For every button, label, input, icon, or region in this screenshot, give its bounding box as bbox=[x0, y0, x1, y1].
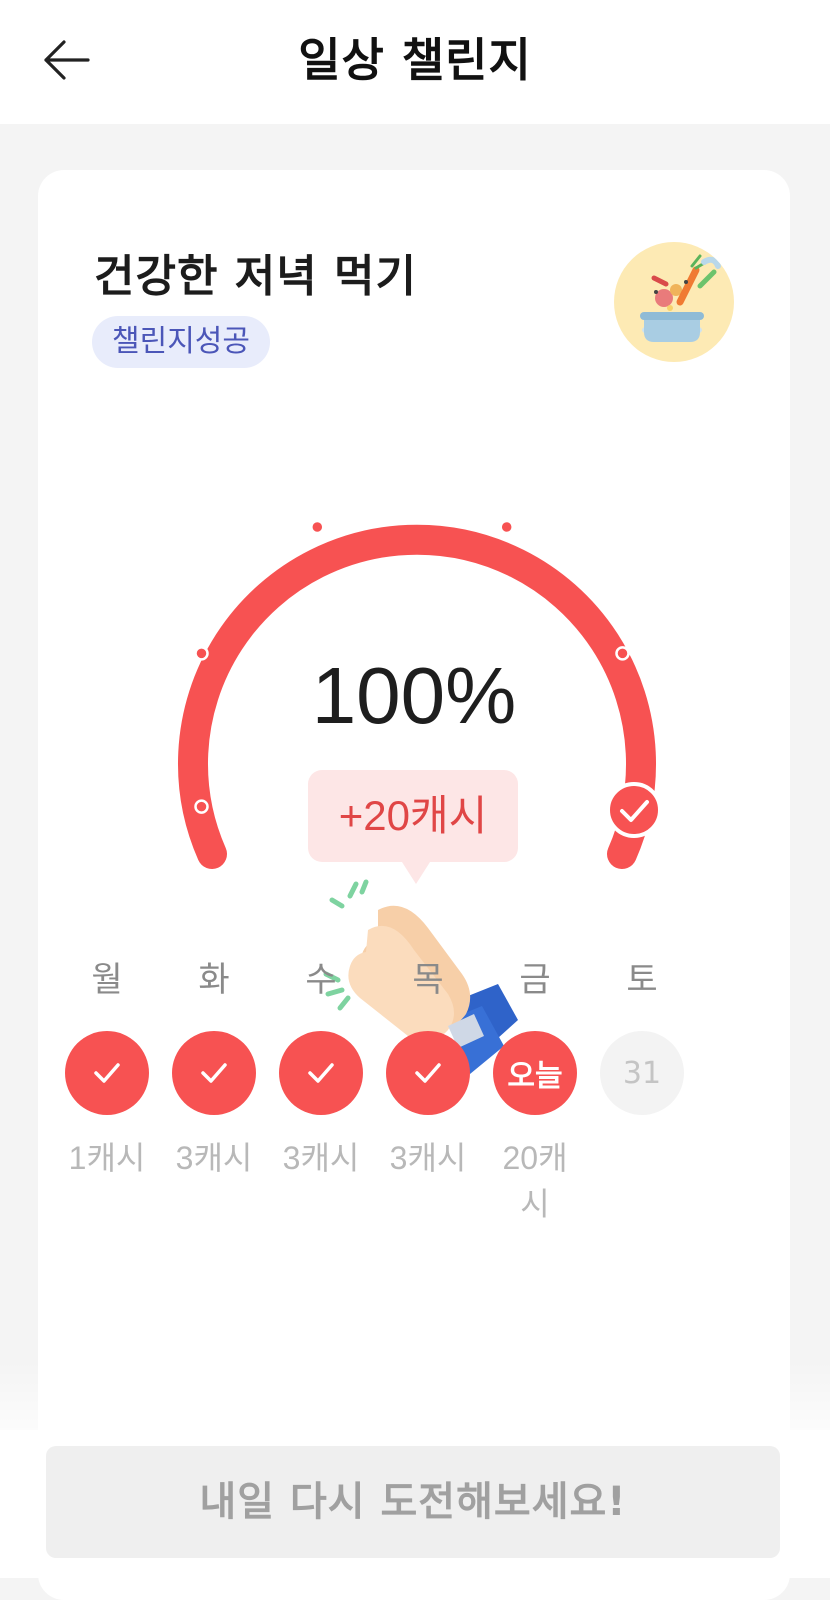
reward-bubble: +20캐시 bbox=[308, 770, 518, 884]
day-future-circle[interactable]: 31 bbox=[600, 1031, 684, 1115]
day-tue: 화 3캐시 bbox=[169, 955, 259, 1181]
check-icon bbox=[415, 1063, 441, 1083]
weekly-progress: 월 1캐시 화 3캐시 수 3캐시 목 3캐시 금 오늘 20캐시 토 31 bbox=[62, 955, 712, 1255]
day-done-circle[interactable] bbox=[65, 1031, 149, 1115]
day-cash: 3캐시 bbox=[175, 1140, 253, 1176]
day-cash: 3캐시 bbox=[282, 1140, 360, 1176]
day-done-circle[interactable] bbox=[279, 1031, 363, 1115]
day-label: 금 bbox=[519, 960, 551, 1000]
check-icon bbox=[201, 1063, 227, 1083]
day-done-circle[interactable] bbox=[172, 1031, 256, 1115]
day-label: 목 bbox=[412, 960, 444, 1000]
check-circle-icon bbox=[606, 782, 662, 838]
day-wed: 수 3캐시 bbox=[276, 955, 366, 1181]
day-cash: 3캐시 bbox=[389, 1140, 467, 1176]
milestone-dot bbox=[615, 646, 630, 661]
day-label: 토 bbox=[626, 960, 658, 1000]
day-label: 수 bbox=[305, 960, 337, 1000]
header: 일상 챌린지 bbox=[0, 0, 830, 124]
day-mon: 월 1캐시 bbox=[62, 955, 152, 1181]
day-today-circle[interactable]: 오늘 bbox=[493, 1031, 577, 1115]
day-fri: 금 오늘 20캐시 bbox=[490, 955, 580, 1227]
page-title: 일상 챌린지 bbox=[298, 33, 532, 87]
milestone-dot bbox=[194, 799, 209, 814]
day-label: 화 bbox=[198, 960, 230, 1000]
milestone-dot bbox=[310, 519, 325, 535]
progress-percent: 100% bbox=[311, 651, 517, 740]
day-cash: 20캐시 bbox=[502, 1140, 568, 1222]
day-thu: 목 3캐시 bbox=[383, 955, 473, 1181]
milestone-dot bbox=[194, 646, 209, 661]
day-done-circle[interactable] bbox=[386, 1031, 470, 1115]
milestone-dot bbox=[499, 519, 514, 535]
day-sat: 토 31 bbox=[597, 955, 687, 1135]
day-label: 월 bbox=[91, 960, 123, 1000]
retry-button[interactable]: 내일 다시 도전해보세요! bbox=[46, 1446, 780, 1558]
day-cash: 1캐시 bbox=[68, 1140, 146, 1176]
check-icon bbox=[308, 1063, 334, 1083]
check-icon bbox=[94, 1063, 120, 1083]
